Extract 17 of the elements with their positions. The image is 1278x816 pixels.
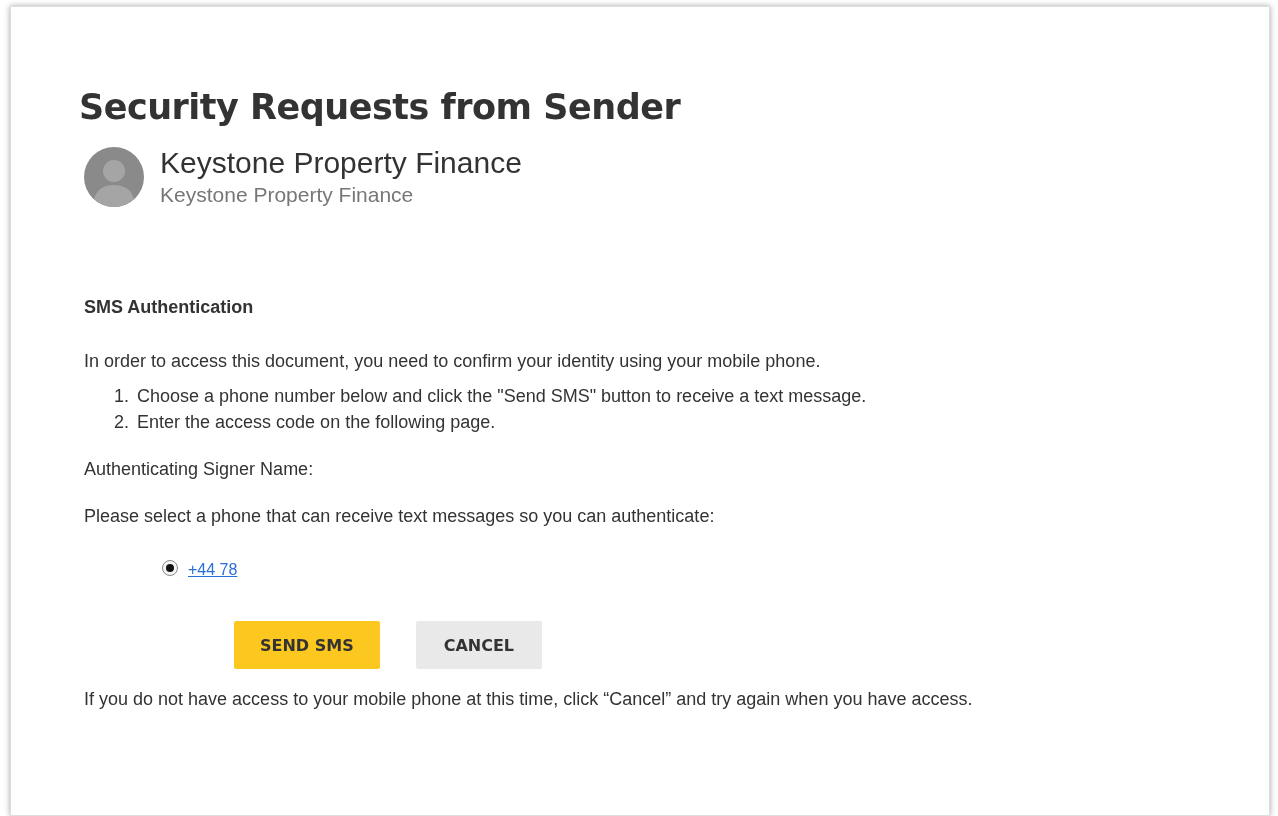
avatar-icon (84, 147, 144, 207)
send-button[interactable]: SEND SMS (234, 621, 380, 669)
radio-button[interactable] (162, 560, 178, 576)
sender-subtitle: Keystone Property Finance (160, 182, 415, 208)
intro-text: In order to access this document, you need to confirm your identity using your mobile phone. (84, 351, 822, 372)
step-text: Enter the access code on the following page. (137, 412, 496, 433)
signer-label: Authenticating Signer Name: (84, 459, 315, 480)
cancel-button[interactable]: CANCEL (415, 621, 543, 669)
step-number: 2. (114, 412, 129, 433)
footer-text: If you do not have access to your mobile phone at this time, click “Cancel” and try again when you have access. (84, 689, 974, 710)
select-prompt: Please select a phone that can receive text messages so you can authenticate: (84, 506, 716, 527)
step-number: 1. (114, 386, 129, 407)
step-text: Choose a phone number below and click the "Send SMS" button to receive a text message. (137, 386, 867, 407)
phone-link[interactable]: +44 78 (188, 561, 238, 579)
section-title: SMS Authentication (84, 297, 255, 318)
page-title: Security Requests from Sender (79, 87, 682, 127)
sender-name: Keystone Property Finance (160, 145, 522, 181)
